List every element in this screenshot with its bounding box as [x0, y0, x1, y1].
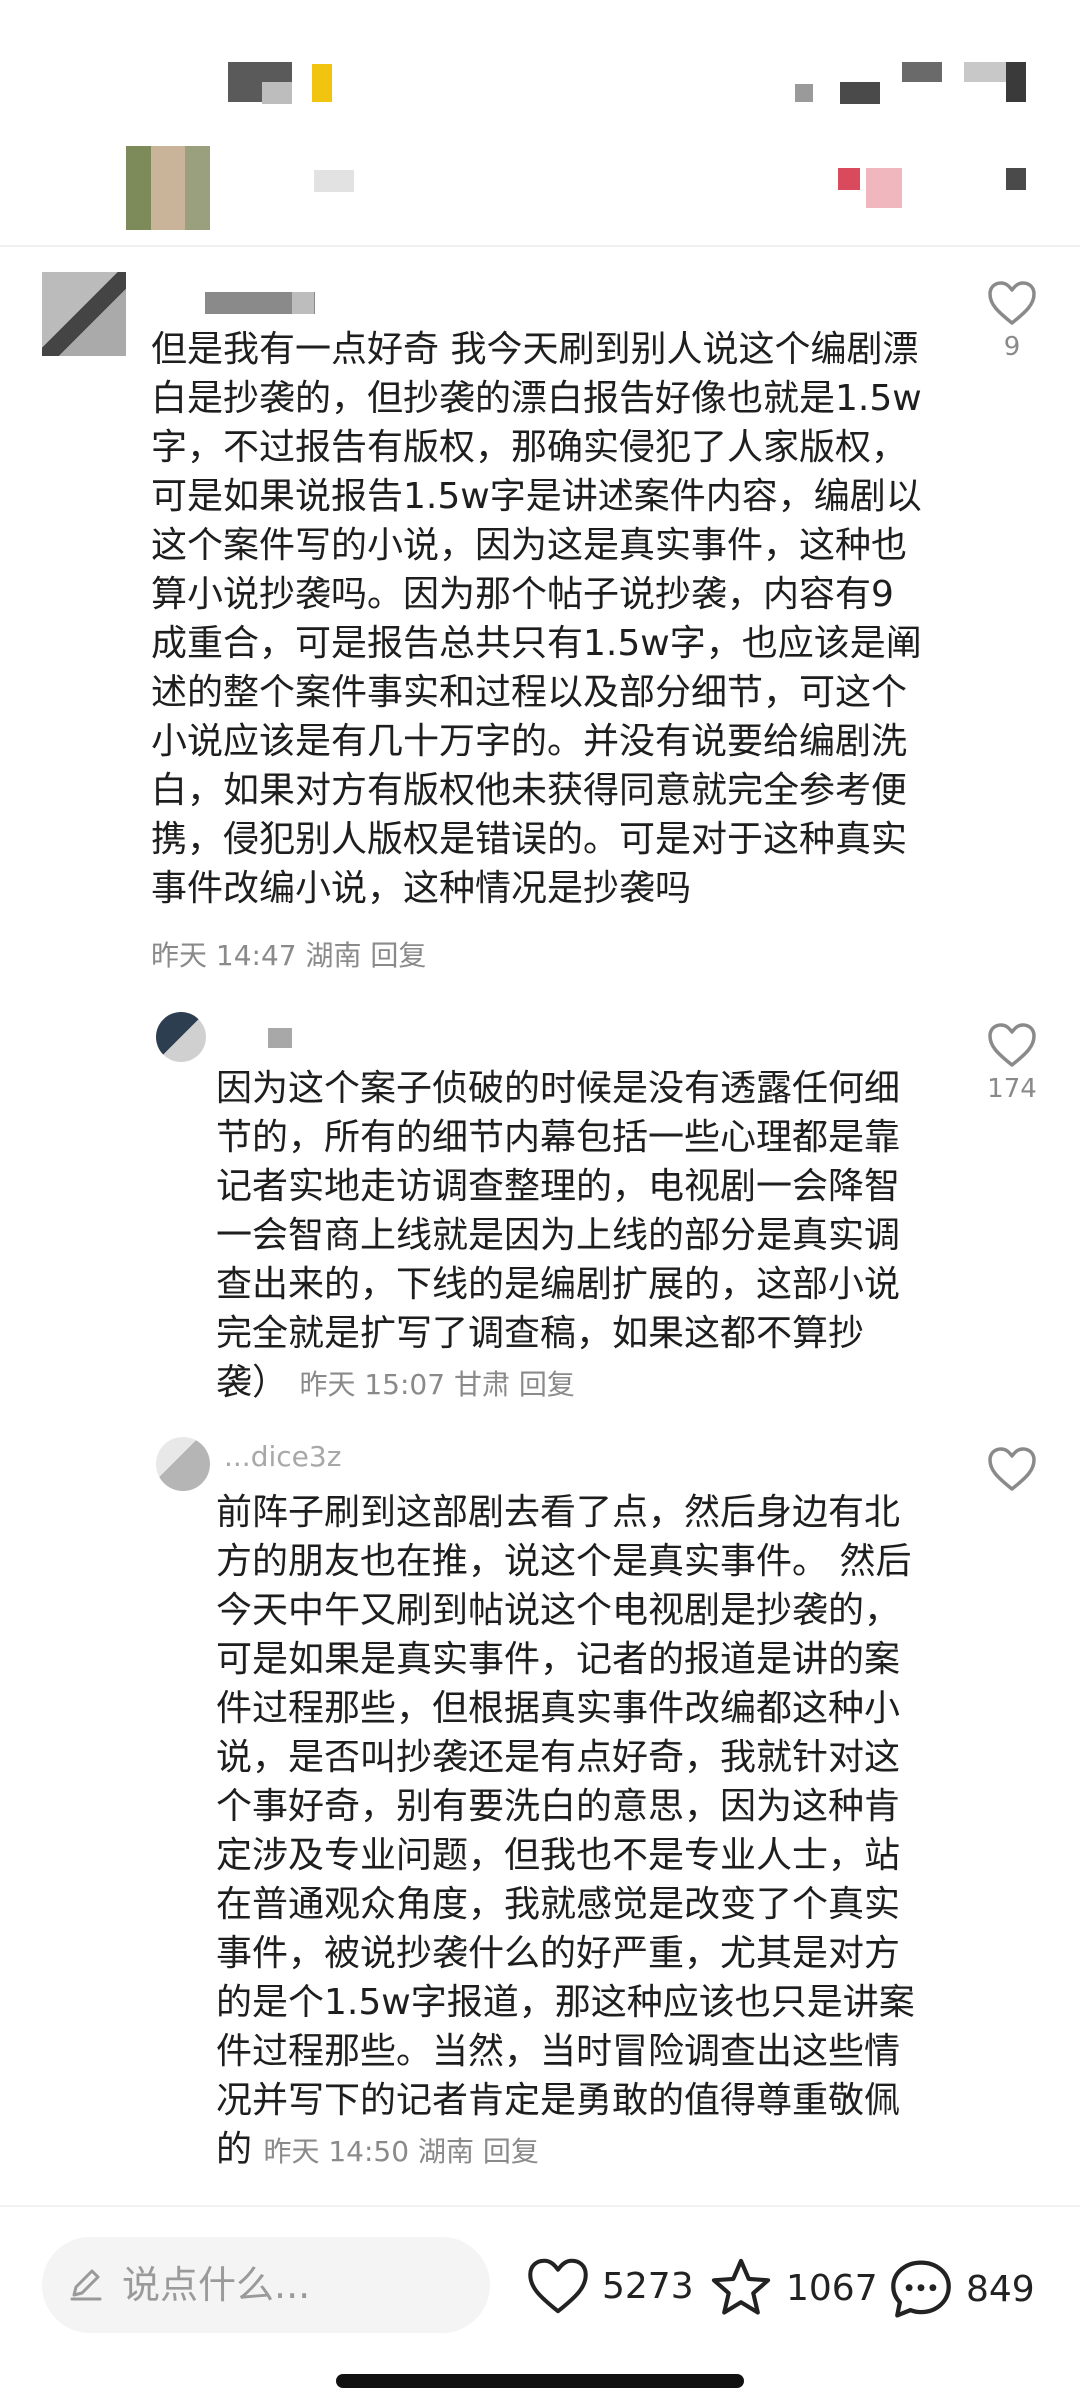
comment-2-text: 因为这个案子侦破的时候是没有透露任何细 节的，所有的细节内幕包括一些心理都是靠 … [216, 1064, 936, 1409]
header-action-blurred[interactable] [838, 168, 860, 190]
comment-line: 方的朋友也在推，说这个是真实事件。 然后 [216, 1541, 912, 1582]
comment-time: 昨天 15:07 [299, 1368, 446, 1401]
comment-input[interactable]: 说点什么... [42, 2237, 490, 2333]
comment-meta: 昨天 15:07 甘肃 回复 [299, 1368, 574, 1401]
comment-line: 节的，所有的细节内幕包括一些心理都是靠 [216, 1117, 901, 1158]
comment-3-like[interactable] [972, 1446, 1052, 1492]
comment-line: 件过程那些。当然，当时冒险调查出这些情 [216, 2031, 901, 2072]
status-icons-blurred-4 [964, 62, 1010, 82]
comment-line: 因为这个案子侦破的时候是没有透露任何细 [216, 1068, 901, 1109]
comment-3-username[interactable]: ...dice3z [224, 1440, 341, 1473]
comment-icon[interactable] [888, 2257, 954, 2321]
comment-1-text: 但是我有一点好奇 我今天刷到别人说这个编剧漂 白是抄袭的，但抄袭的漂白报告好像也… [151, 325, 951, 913]
comment-line: 算小说抄袭吗。因为那个帖子说抄袭，内容有9 [151, 574, 894, 615]
comment-line: 个事好奇，别有要洗白的意思，因为这种肯 [216, 1786, 901, 1827]
comment-line: 的 [216, 2129, 253, 2170]
comment-3-text: 前阵子刷到这部剧去看了点，然后身边有北 方的朋友也在推，说这个是真实事件。 然后… [216, 1488, 936, 2176]
like-stat[interactable]: 5273 [526, 2257, 694, 2315]
comment-line: 但是我有一点好奇 我今天刷到别人说这个编剧漂 [151, 329, 919, 370]
comment-2-username-blurred[interactable] [268, 1028, 292, 1048]
author-avatar-blurred [126, 146, 210, 230]
comment-line: 前阵子刷到这部剧去看了点，然后身边有北 [216, 1492, 901, 1533]
status-time-blurred-2 [262, 82, 292, 104]
comment-1-like[interactable]: 9 [972, 280, 1052, 362]
like-count: 174 [987, 1074, 1037, 1104]
comment-line: 可是如果说报告1.5w字是讲述案件内容，编剧以 [151, 476, 922, 517]
star-total: 1067 [786, 2267, 878, 2309]
reply-button[interactable]: 回复 [370, 939, 426, 972]
comment-line: 成重合，可是报告总共只有1.5w字，也应该是阐 [151, 623, 922, 664]
comment-line: 件过程那些，但根据真实事件改编都这种小 [216, 1688, 901, 1729]
comment-1-username-blurred-2[interactable] [292, 292, 314, 314]
heart-icon[interactable] [987, 1446, 1037, 1492]
comment-input-placeholder: 说点什么... [122, 2263, 311, 2307]
comment-line: 袭） [216, 1362, 289, 1403]
comment-total: 849 [966, 2268, 1035, 2310]
author-name-blurred [314, 170, 354, 192]
star-stat[interactable]: 1067 [708, 2257, 878, 2319]
status-icons-blurred [795, 84, 813, 102]
comment-line: 一会智商上线就是因为上线的部分是真实调 [216, 1215, 901, 1256]
comment-line: 字，不过报告有版权，那确实侵犯了人家版权， [151, 427, 908, 468]
reply-button[interactable]: 回复 [483, 2135, 539, 2168]
comment-stat[interactable]: 849 [888, 2257, 1035, 2321]
comment-time: 昨天 14:50 [263, 2135, 410, 2168]
star-icon[interactable] [708, 2257, 774, 2319]
comment-line: 记者实地走访调查整理的，电视剧一会降智 [216, 1166, 901, 1207]
comment-1-meta: 昨天 14:47 湖南 回复 [151, 934, 426, 974]
comment-location: 湖南 [417, 2135, 474, 2168]
heart-icon[interactable] [987, 1022, 1037, 1068]
comment-line: 小说应该是有几十万字的。并没有说要给编剧洗 [151, 721, 908, 762]
comment-line: 事件改编小说，这种情况是抄袭吗 [151, 868, 692, 909]
comment-line: 况并写下的记者肯定是勇敢的值得尊重敬佩 [216, 2080, 901, 2121]
comment-meta: 昨天 14:50 湖南 回复 [263, 2135, 538, 2168]
comment-line: 说，是否叫抄袭还是有点好奇，我就针对这 [216, 1737, 901, 1778]
comment-line: 今天中午又刷到帖说这个电视剧是抄袭的， [216, 1590, 901, 1631]
header-divider [0, 245, 1080, 247]
pen-icon [70, 2269, 102, 2301]
bottom-action-bar: 说点什么... 5273 1067 849 [0, 2205, 1080, 2402]
comment-1-avatar[interactable] [42, 272, 126, 356]
status-indicator [312, 64, 332, 102]
comment-line: 事件，被说抄袭什么的好严重，尤其是对方 [216, 1933, 901, 1974]
reply-button[interactable]: 回复 [519, 1368, 575, 1401]
comment-line: 述的整个案件事实和过程以及部分细节，可这个 [151, 672, 908, 713]
status-icons-blurred-2 [840, 82, 880, 104]
comment-2-like[interactable]: 174 [972, 1022, 1052, 1104]
comment-last-line: 袭） 昨天 15:07 甘肃 回复 [216, 1358, 936, 1409]
comment-line: 查出来的，下线的是编剧扩展的，这部小说 [216, 1264, 901, 1305]
heart-icon[interactable] [987, 280, 1037, 326]
comment-line: 的是个1.5w字报道，那这种应该也只是讲案 [216, 1982, 915, 2023]
comment-3-avatar[interactable] [156, 1437, 210, 1491]
like-count: 9 [1003, 332, 1021, 362]
header-action-blurred-2[interactable] [866, 168, 902, 208]
comment-line: 完全就是扩写了调查稿，如果这都不算抄 [216, 1313, 865, 1354]
comment-line: 白，如果对方有版权他未获得同意就完全参考便 [151, 770, 908, 811]
comment-line: 这个案件写的小说，因为这是真实事件，这种也 [151, 525, 908, 566]
heart-icon[interactable] [526, 2257, 590, 2315]
comment-line: 在普通观众角度，我就感觉是改变了个真实 [216, 1884, 901, 1925]
header-action-blurred-3[interactable] [1006, 168, 1026, 190]
comment-location: 湖南 [305, 939, 362, 972]
home-indicator[interactable] [336, 2374, 744, 2388]
comment-last-line: 的 昨天 14:50 湖南 回复 [216, 2125, 936, 2176]
comment-2-avatar[interactable] [156, 1012, 206, 1062]
comment-location: 甘肃 [453, 1368, 510, 1401]
comment-line: 携，侵犯别人版权是错误的。可是对于这种真实 [151, 819, 908, 860]
like-total: 5273 [602, 2265, 694, 2307]
status-icons-blurred-5 [1006, 62, 1026, 102]
status-icons-blurred-3 [902, 62, 942, 82]
comment-line: 白是抄袭的，但抄袭的漂白报告好像也就是1.5w [151, 378, 922, 419]
comment-line: 可是如果是真实事件，记者的报道是讲的案 [216, 1639, 901, 1680]
comment-line: 定涉及专业问题，但我也不是专业人士，站 [216, 1835, 901, 1876]
comment-time: 昨天 14:47 [151, 939, 297, 972]
